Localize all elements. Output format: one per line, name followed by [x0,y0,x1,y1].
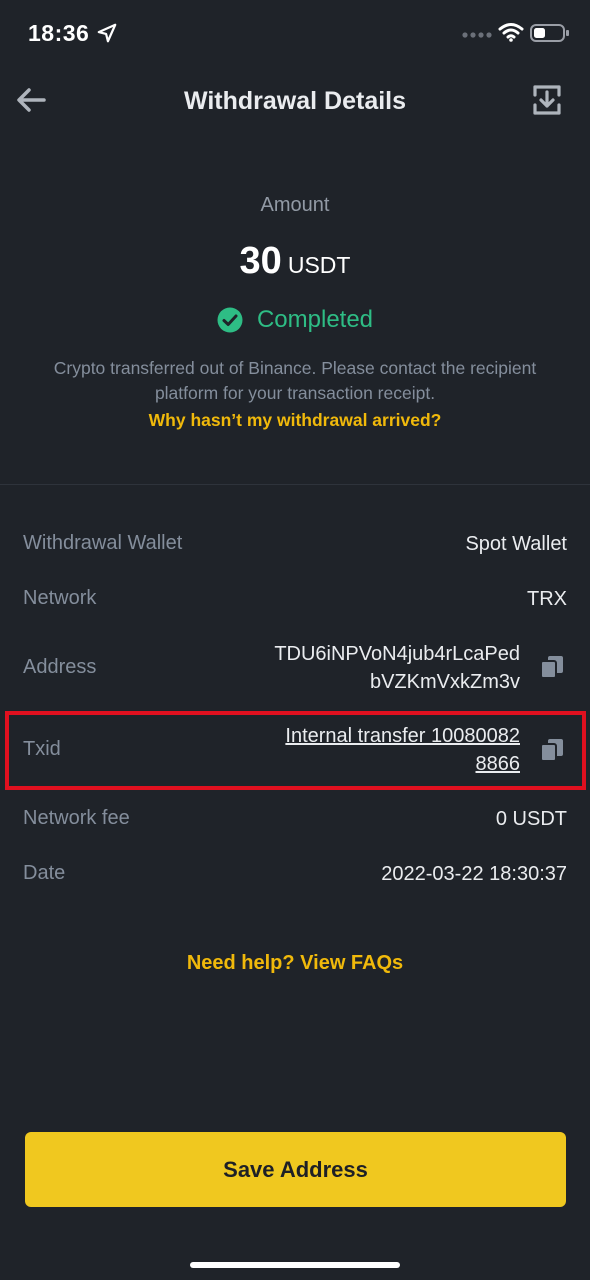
status-bar: 18:36 [0,0,590,66]
txid-line-2[interactable]: 8866 [220,750,521,778]
amount-label: Amount [260,194,330,216]
share-icon[interactable] [532,84,562,116]
wallet-label: Withdrawal Wallet [23,532,183,554]
copy-icon[interactable] [540,655,564,679]
page-title: Withdrawal Details [183,87,407,115]
fee-label: Network fee [23,807,130,829]
txid-value[interactable]: Internal transfer 10080082 8866 [220,722,520,778]
faq-link[interactable]: Need help? View FAQs [0,952,590,975]
home-indicator [190,1262,400,1268]
withdrawal-help-link[interactable]: Why hasn’t my withdrawal arrived? [0,410,590,431]
info-text: Crypto transferred out of Binance. Pleas… [53,358,537,403]
date-label: Date [23,862,66,884]
save-address-button[interactable]: Save Address [25,1132,566,1207]
amount-display: 30 USDT [0,240,590,283]
divider [0,484,590,485]
address-line-1: TDU6iNPVoN4jub4rLcaPed [274,643,520,665]
network-value: TRX [527,588,567,610]
amount-unit: USDT [287,252,351,278]
status-indicator: Completed [0,306,590,334]
wifi-icon [498,23,524,42]
address-line-2: bVZKmVxkZm3v [369,671,520,693]
battery-icon [530,24,569,42]
signal-dots-icon [462,32,492,38]
status-time: 18:36 [28,20,90,46]
address-value: TDU6iNPVoN4jub4rLcaPed bVZKmVxkZm3v [220,640,520,696]
nav-bar: Withdrawal Details [0,70,590,132]
fee-value: 0 USDT [495,808,567,830]
location-arrow-icon [97,23,117,43]
copy-icon[interactable] [540,738,564,762]
txid-line-1[interactable]: Internal transfer 10080082 [220,722,520,750]
check-circle-icon [217,307,243,333]
amount-value: 30 [239,240,282,282]
network-label: Network [23,587,97,609]
wallet-value: Spot Wallet [465,533,567,555]
date-value: 2022-03-22 18:30:37 [381,863,567,885]
address-label: Address [23,656,97,678]
status-text: Completed [256,306,374,333]
txid-label: Txid [23,738,61,760]
